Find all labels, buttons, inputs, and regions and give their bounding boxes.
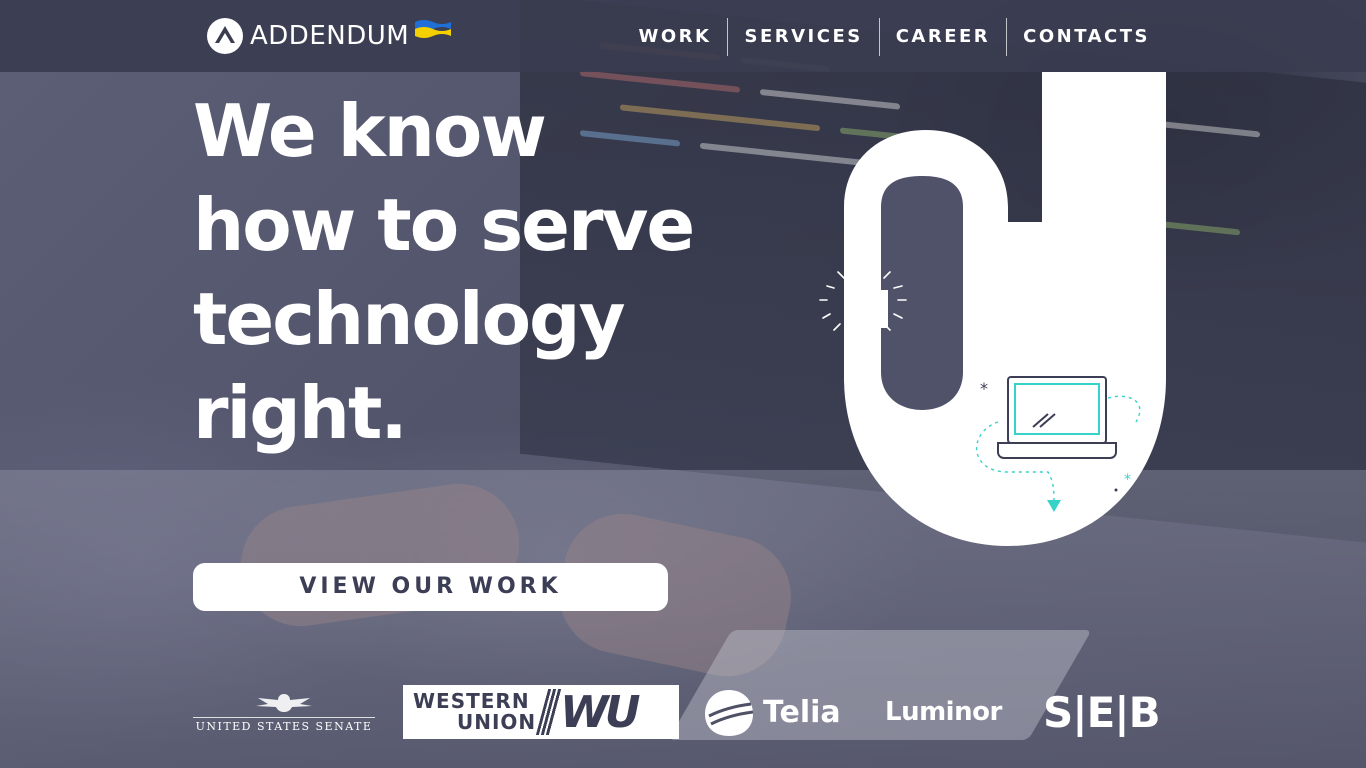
luminor-label: Luminor	[885, 697, 1002, 727]
nav-contacts[interactable]: CONTACTS	[1007, 18, 1166, 56]
svg-text:*: *	[1124, 472, 1131, 488]
us-senate-logo[interactable]: UNITED STATES SENATE	[193, 682, 375, 742]
partner-logos: UNITED STATES SENATE WESTERN UNION WU Te…	[193, 682, 1168, 742]
senate-label: UNITED STATES SENATE	[195, 719, 373, 733]
western-union-line2: UNION	[457, 710, 537, 734]
ok-hand-illustration: * *	[819, 72, 1166, 546]
wu-mark: WU	[560, 686, 640, 738]
site-header: ADDENDUM WORK SERVICES CAREER CONTACTS	[0, 0, 1366, 72]
main-nav: WORK SERVICES CAREER CONTACTS	[623, 18, 1166, 56]
nav-work[interactable]: WORK	[623, 18, 728, 56]
nav-career[interactable]: CAREER	[880, 18, 1006, 56]
western-union-logo[interactable]: WESTERN UNION WU	[403, 682, 679, 742]
eagle-seal-icon	[256, 693, 312, 712]
seb-label: S|E|B	[1043, 687, 1161, 737]
seb-logo[interactable]: S|E|B	[1043, 682, 1168, 742]
nav-services[interactable]: SERVICES	[728, 18, 878, 56]
luminor-logo[interactable]: Luminor	[885, 682, 1015, 742]
western-union-line1: WESTERN	[413, 689, 530, 713]
brand-logo[interactable]: ADDENDUM	[206, 14, 452, 58]
telia-label: Telia	[763, 694, 841, 730]
ukraine-flag-icon	[415, 20, 452, 38]
brand-name: ADDENDUM	[250, 21, 410, 51]
telia-logo[interactable]: Telia	[703, 682, 853, 742]
hero-title: We know how to serve technology right.	[193, 84, 753, 460]
view-our-work-button[interactable]: VIEW OUR WORK	[193, 563, 668, 611]
hero-title-line: how to serve	[193, 183, 695, 267]
hero-title-line: right.	[193, 371, 408, 455]
addendum-logo-icon	[207, 18, 243, 54]
hero-title-line: We know	[193, 89, 547, 173]
hero-title-line: technology	[193, 277, 626, 361]
telia-pebble-icon	[705, 690, 754, 736]
svg-text:*: *	[980, 379, 988, 398]
